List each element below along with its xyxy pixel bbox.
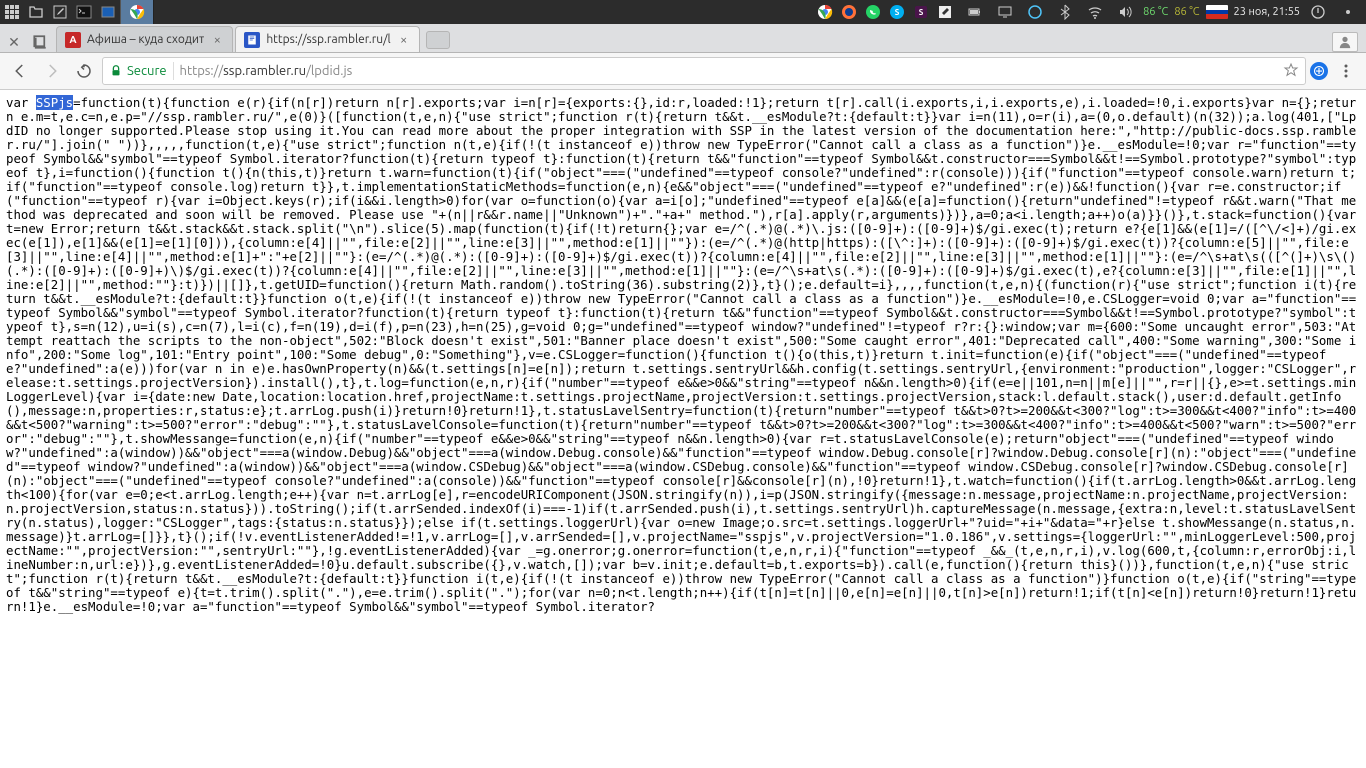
profile-button[interactable] bbox=[1332, 32, 1358, 52]
tab-close-icon[interactable]: × bbox=[397, 33, 411, 47]
display-tray-icon[interactable] bbox=[993, 0, 1017, 24]
page-source-view[interactable]: var SSPjs=function(t){function e(r){if(n… bbox=[0, 90, 1366, 768]
tab-title: Афиша – куда сходит bbox=[87, 33, 204, 46]
svg-text:S: S bbox=[919, 8, 924, 17]
secure-badge[interactable]: Secure bbox=[109, 64, 167, 78]
tab-close-icon[interactable]: × bbox=[210, 33, 224, 47]
selected-text: SSPjs bbox=[36, 95, 73, 110]
forward-button[interactable] bbox=[38, 57, 66, 85]
bookmark-star-icon[interactable] bbox=[1283, 62, 1299, 81]
wifi-tray-icon[interactable] bbox=[1083, 0, 1107, 24]
back-button[interactable] bbox=[6, 57, 34, 85]
terminal-icon[interactable] bbox=[72, 0, 96, 24]
secure-label: Secure bbox=[127, 64, 167, 78]
tray-slack-icon[interactable]: S bbox=[909, 0, 933, 24]
tab-strip: ✕ А Афиша – куда сходит × https://ssp.ra… bbox=[0, 24, 1366, 52]
tray-skype-icon[interactable]: S bbox=[885, 0, 909, 24]
system-taskbar: S S 86 °C 86 °C 23 ноя, 21:55 bbox=[0, 0, 1366, 24]
tray-chrome-icon[interactable] bbox=[813, 0, 837, 24]
svg-text:S: S bbox=[895, 8, 900, 17]
browser-toolbar: Secure https://ssp.rambler.ru/lpdid.js bbox=[0, 52, 1366, 90]
tray-whatsapp-icon[interactable] bbox=[861, 0, 885, 24]
keyboard-layout-flag[interactable] bbox=[1206, 5, 1228, 19]
taskbar-right: 86 °C 86 °C 23 ноя, 21:55 bbox=[933, 0, 1366, 24]
session-tray-icon[interactable] bbox=[1336, 0, 1360, 24]
bluetooth-tray-icon[interactable] bbox=[1053, 0, 1077, 24]
chrome-menu-button[interactable] bbox=[1332, 57, 1360, 85]
favicon-icon: А bbox=[65, 32, 81, 48]
browser-tab-0[interactable]: А Афиша – куда сходит × bbox=[56, 26, 233, 52]
power-tray-icon[interactable] bbox=[1306, 0, 1330, 24]
address-bar[interactable]: Secure https://ssp.rambler.ru/lpdid.js bbox=[102, 57, 1306, 85]
battery-tray-icon[interactable] bbox=[963, 0, 987, 24]
extension-icon[interactable] bbox=[1310, 62, 1328, 80]
tray-firefox-icon[interactable] bbox=[837, 0, 861, 24]
taskbar-left bbox=[0, 0, 154, 24]
new-tab-button[interactable] bbox=[426, 31, 450, 49]
swirl-tray-icon[interactable] bbox=[1023, 0, 1047, 24]
favicon-icon bbox=[244, 32, 260, 48]
browser-tab-1[interactable]: https://ssp.rambler.ru/l × bbox=[235, 26, 419, 52]
volume-tray-icon[interactable] bbox=[1113, 0, 1137, 24]
browser-chrome: ✕ А Афиша – куда сходит × https://ssp.ra… bbox=[0, 24, 1366, 90]
file-manager-icon[interactable] bbox=[24, 0, 48, 24]
tab-title: https://ssp.rambler.ru/l bbox=[266, 33, 390, 46]
window-restore-icon[interactable] bbox=[30, 32, 50, 52]
window-close-icon[interactable]: ✕ bbox=[4, 32, 24, 52]
taskbar-chrome-icon[interactable] bbox=[120, 0, 154, 24]
notes-tray-icon[interactable] bbox=[933, 0, 957, 24]
cpu-temp-1: 86 °C bbox=[1143, 6, 1168, 18]
reload-button[interactable] bbox=[70, 57, 98, 85]
cpu-temp-2: 86 °C bbox=[1174, 6, 1199, 18]
editor-icon[interactable] bbox=[48, 0, 72, 24]
minimized-window-icon[interactable] bbox=[96, 0, 120, 24]
menu-icon[interactable] bbox=[0, 0, 24, 24]
lock-icon bbox=[109, 64, 123, 78]
clock: 23 ноя, 21:55 bbox=[1234, 6, 1300, 18]
url-text: https://ssp.rambler.ru/lpdid.js bbox=[180, 64, 353, 78]
separator bbox=[173, 62, 174, 80]
